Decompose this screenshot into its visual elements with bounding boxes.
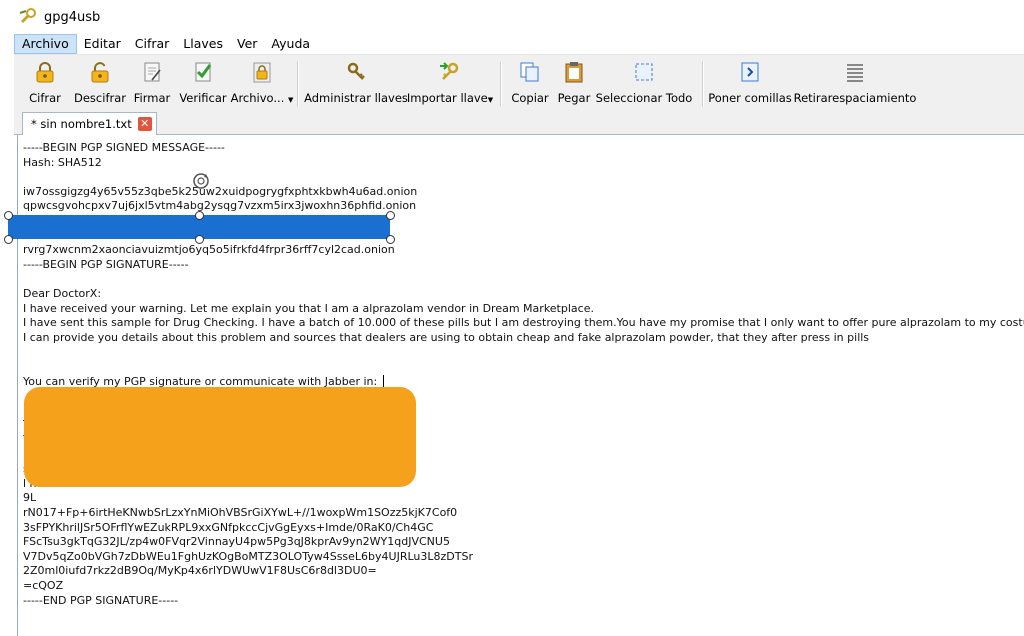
importar-llave-button[interactable]: Importar llave▼ — [407, 59, 494, 109]
dropdown-arrow-icon: ▼ — [487, 96, 494, 104]
file-lock-icon — [249, 59, 275, 85]
resize-handle[interactable] — [195, 235, 204, 244]
tab-sin-nombre1[interactable]: * sin nombre1.txt ✕ — [22, 112, 157, 135]
resize-handle[interactable] — [386, 235, 395, 244]
gpg4usb-logo-icon — [19, 8, 36, 23]
editor-line: Hash: SHA512 — [23, 155, 102, 169]
editor-line: -----END PGP SIGNATURE----- — [23, 593, 179, 607]
editor-line: Dear DoctorX: — [23, 287, 102, 300]
seleccionar-todo-button[interactable]: Seleccionar Todo — [596, 59, 692, 109]
editor-line: I can provide you details about this pro… — [23, 330, 870, 344]
menu-editar[interactable]: Editar — [77, 34, 128, 54]
retirar-espaciamiento-button[interactable]: Retirarespaciamiento — [794, 59, 916, 109]
tab-bar: * sin nombre1.txt ✕ — [14, 110, 1024, 135]
toolbar: Cifrar Descifrar Firmar Verificar Archiv… — [14, 54, 1024, 112]
editor-line: rN017+Fp+6irtHeKNwbSrLzxYnMiOhVBSrGiXYwL… — [23, 506, 458, 519]
close-icon[interactable]: ✕ — [137, 117, 152, 131]
editor-line: rvrg7xwcnm2xaonciavuizmtjo6yq5o5ifrkfd4f… — [23, 243, 395, 257]
editor-line: V7Dv5qZo0bVGh7zDbWEu1FghUzKOgBoMTZ3OLOTy… — [23, 549, 473, 563]
editor-line: =cQOZ — [23, 579, 64, 592]
lock-icon — [32, 59, 58, 85]
editor-line: 9L — [23, 491, 37, 505]
editor-line: 2Z0ml0iufd7rkz2dB9Oq/MyKp4x6rlYDWUwV1F8U… — [23, 564, 377, 578]
sign-document-icon — [139, 59, 165, 85]
resize-handle[interactable] — [386, 211, 395, 220]
editor-line: FScTsu3gkTqG32JL/zp4w0FVqr2VinnayU4pw5Pg… — [23, 535, 450, 549]
firmar-button[interactable]: Firmar — [132, 59, 172, 109]
resize-handle[interactable] — [4, 211, 13, 220]
editor-line: 3sFPYKhrilJSr5OFrflYwEZukRPL9xxGNfpkccCj… — [23, 520, 434, 534]
resize-handle[interactable] — [4, 235, 13, 244]
copiar-button[interactable]: Copiar — [508, 59, 552, 109]
toolbar-separator — [297, 61, 299, 107]
redaction-orange-block — [24, 387, 416, 487]
key-manage-icon — [343, 59, 369, 85]
poner-comillas-button[interactable]: Poner comillas — [708, 59, 792, 109]
editor-line: -----BEGIN PGP SIGNED MESSAGE----- — [23, 141, 225, 154]
archivo-dropdown-button[interactable]: Archivo... ▼ — [231, 59, 294, 109]
window-title: gpg4usb — [44, 9, 101, 25]
menu-bar: Archivo Editar Cifrar Llaves Ver Ayuda — [14, 34, 317, 54]
select-all-icon — [631, 59, 657, 85]
toolbar-separator — [500, 61, 502, 107]
toolbar-separator — [702, 61, 704, 107]
editor-line: qpwcsgvohcpxv7uj6jxl5vtm4abg2ysqg7vzxm5i… — [23, 199, 417, 213]
verify-check-icon — [190, 59, 216, 85]
cifrar-button[interactable]: Cifrar — [20, 59, 70, 109]
remove-spacing-icon — [842, 59, 868, 85]
paste-clipboard-icon — [561, 59, 587, 85]
menu-ver[interactable]: Ver — [230, 34, 264, 54]
menu-cifrar[interactable]: Cifrar — [128, 34, 177, 54]
menu-ayuda[interactable]: Ayuda — [264, 34, 317, 54]
key-import-icon — [437, 59, 463, 85]
menu-llaves[interactable]: Llaves — [176, 34, 230, 54]
descifrar-button[interactable]: Descifrar — [70, 59, 130, 109]
administrar-llaves-button[interactable]: Administrar llaves — [304, 59, 408, 109]
editor-line: iw7ossgigzg4y65v55z3qbe5k25uw2xuidpogryg… — [23, 184, 418, 198]
rotate-cursor-icon — [193, 173, 209, 189]
editor-line: I have sent this sample for Drug Checkin… — [23, 316, 1024, 330]
resize-handle[interactable] — [195, 211, 204, 220]
editor-line: -----BEGIN PGP SIGNATURE----- — [23, 257, 189, 271]
pegar-button[interactable]: Pegar — [554, 59, 594, 109]
tab-label: * sin nombre1.txt — [31, 117, 132, 131]
copy-icon — [517, 59, 543, 85]
text-editor[interactable]: -----BEGIN PGP SIGNED MESSAGE----- Hash: … — [17, 135, 1024, 636]
dropdown-arrow-icon: ▼ — [288, 96, 294, 104]
menu-archivo[interactable]: Archivo — [14, 34, 77, 54]
quote-chevron-icon — [737, 59, 763, 85]
verificar-button[interactable]: Verificar — [178, 59, 228, 109]
unlock-icon — [87, 59, 113, 85]
editor-line: I have received your warning. Let me exp… — [23, 301, 594, 315]
title-bar: gpg4usb — [0, 0, 1024, 34]
